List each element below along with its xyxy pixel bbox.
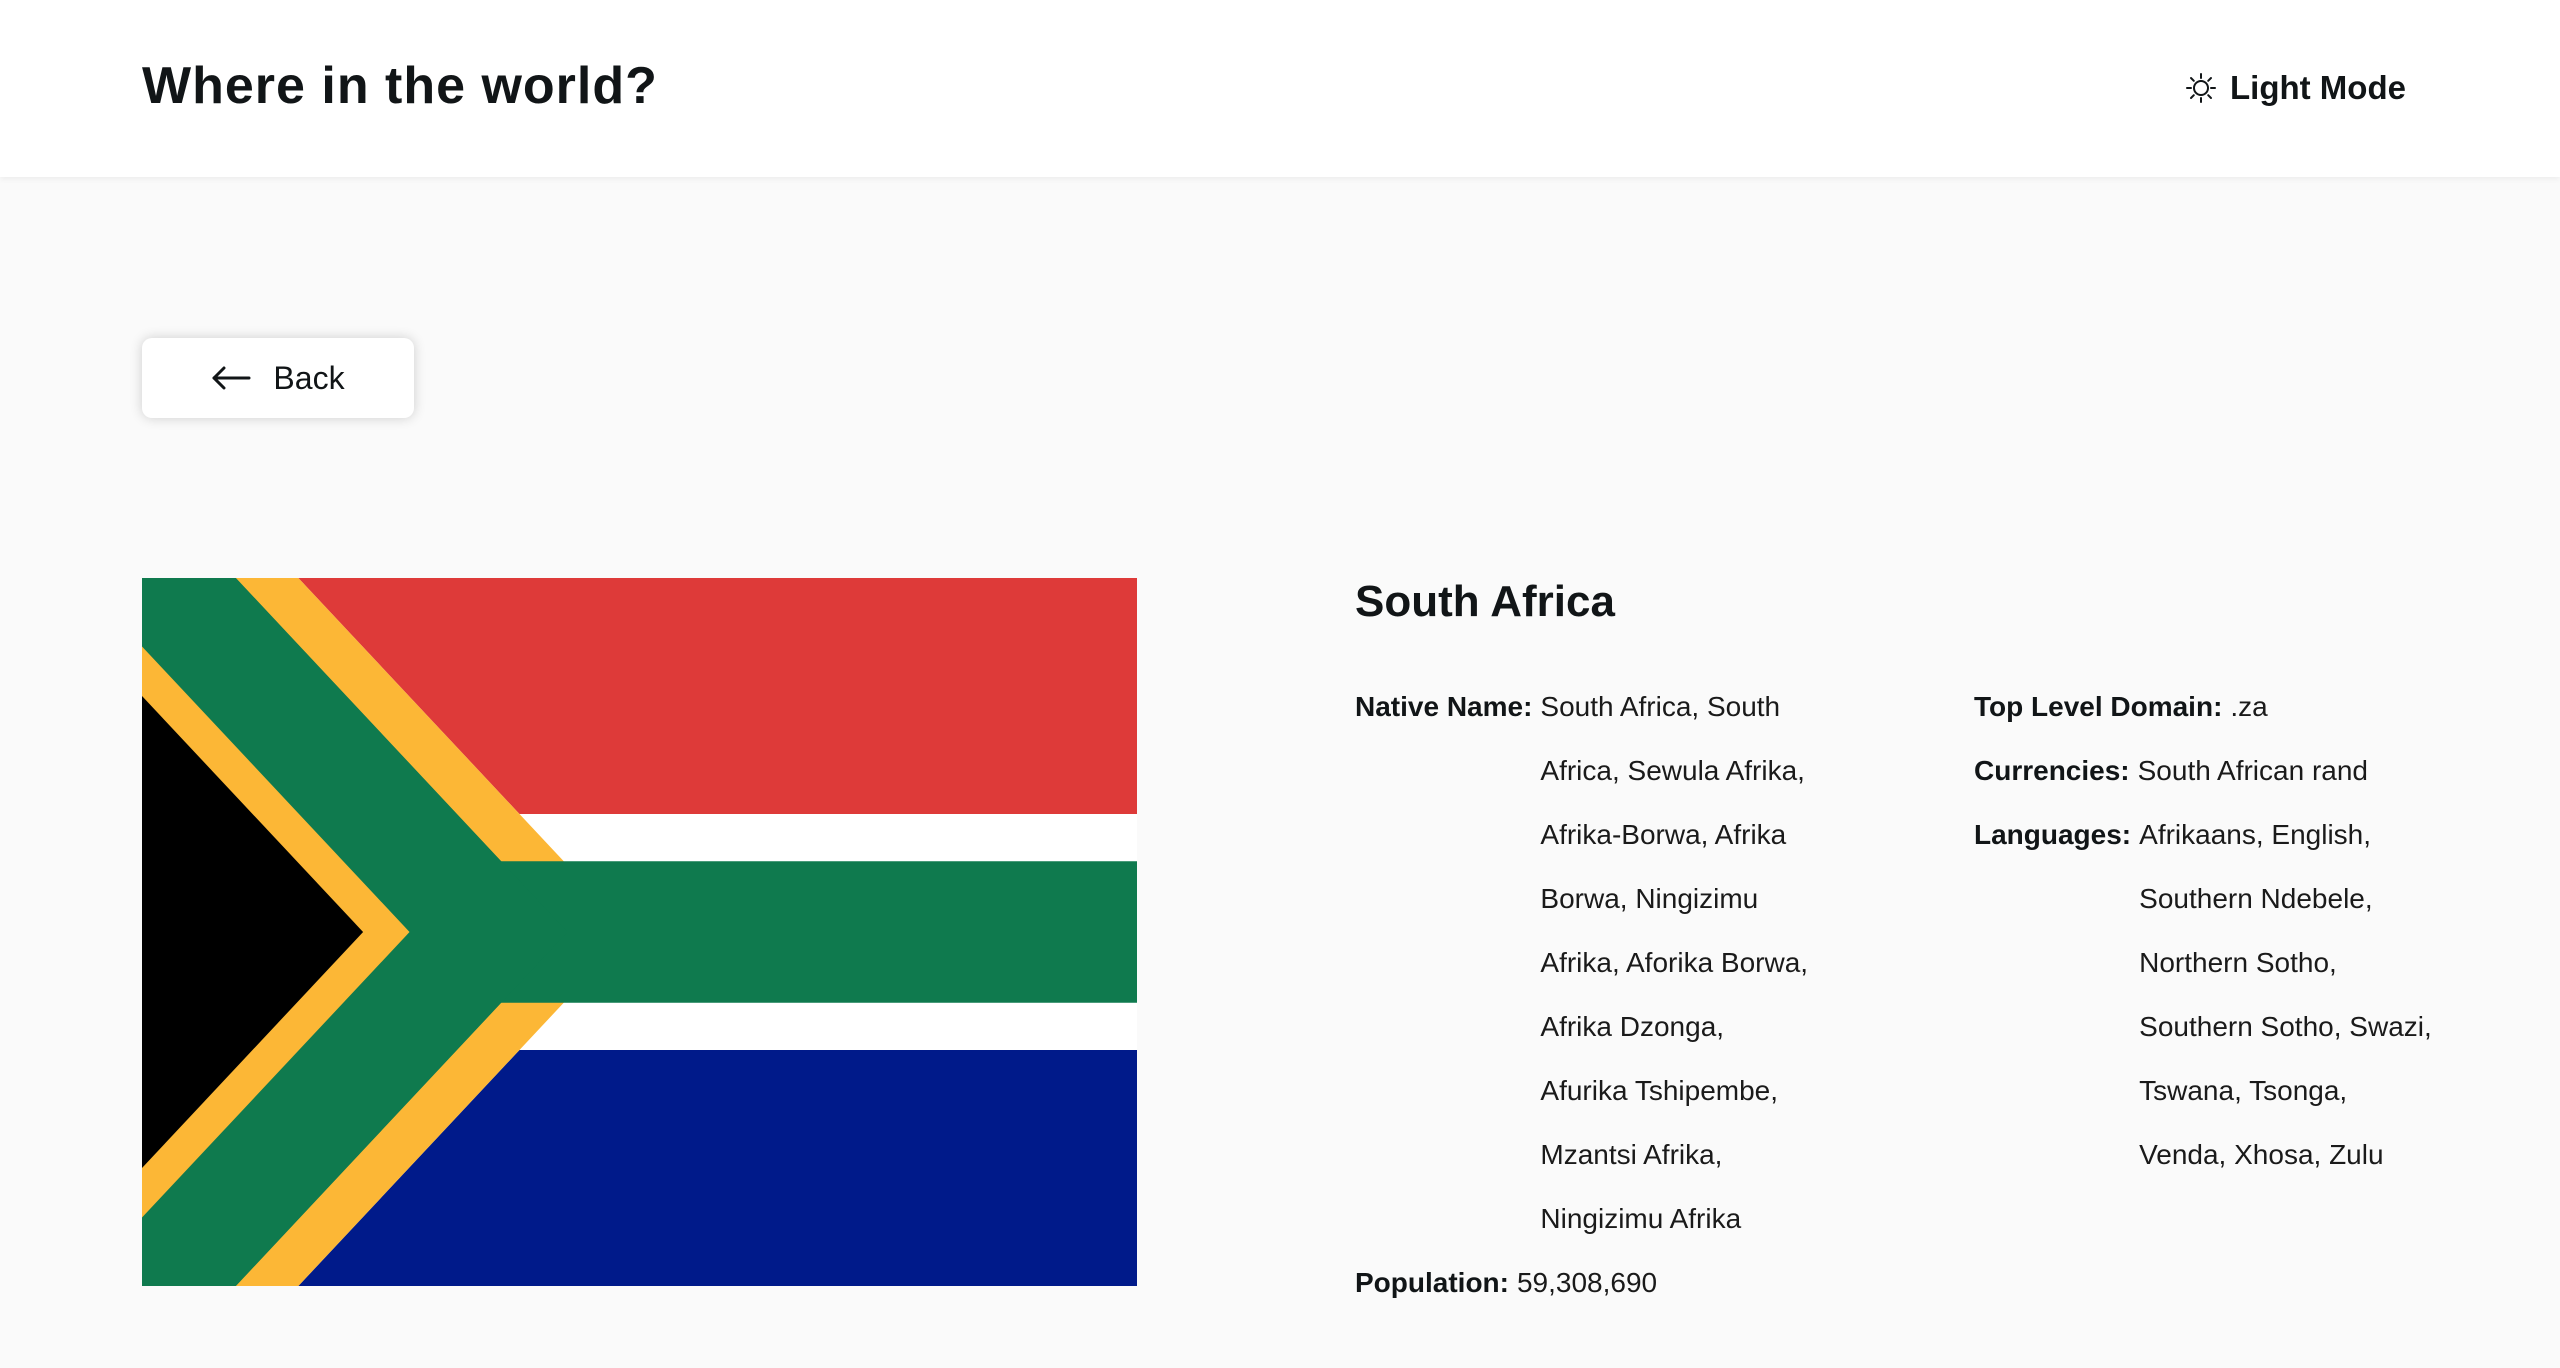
- country-details-primary: Native Name: South Africa, South Africa,…: [1355, 675, 1875, 1315]
- back-button[interactable]: Back: [142, 338, 414, 418]
- theme-toggle-label: Light Mode: [2230, 69, 2406, 106]
- tld-label: Top Level Domain:: [1974, 691, 2223, 722]
- arrow-left-icon: [211, 365, 251, 391]
- native-name-label: Native Name:: [1355, 691, 1533, 722]
- currencies-label: Currencies:: [1974, 755, 2130, 786]
- tld-value: .za: [2230, 691, 2268, 722]
- country-name: South Africa: [1355, 577, 1615, 626]
- site-title: Where in the world?: [142, 57, 658, 115]
- languages-row: Languages: Afrikaans, English, Southern …: [1974, 803, 2454, 1187]
- theme-toggle-button[interactable]: Light Mode: [2186, 66, 2406, 110]
- sun-icon: [2186, 73, 2216, 103]
- native-name-row: Native Name: South Africa, South Africa,…: [1355, 675, 1875, 1251]
- tld-row: Top Level Domain: .za: [1974, 675, 2454, 739]
- currencies-value: South African rand: [2137, 755, 2368, 786]
- population-value: 59,308,690: [1516, 1267, 1658, 1298]
- languages-label: Languages:: [1974, 819, 2132, 850]
- population-label: Population:: [1355, 1267, 1509, 1298]
- back-button-label: Back: [273, 359, 345, 396]
- population-row: Population: 59,308,690: [1355, 1251, 1875, 1315]
- country-details-secondary: Top Level Domain: .za Currencies: South …: [1974, 675, 2454, 1187]
- languages-value: Afrikaans, English, Southern Ndebele, No…: [2139, 819, 2432, 1170]
- south-africa-flag: [142, 578, 1137, 1286]
- currencies-row: Currencies: South African rand: [1974, 739, 2454, 803]
- native-name-value: South Africa, South Africa, Sewula Afrik…: [1540, 691, 1809, 1234]
- top-header: Where in the world? Light Mode: [0, 0, 2560, 177]
